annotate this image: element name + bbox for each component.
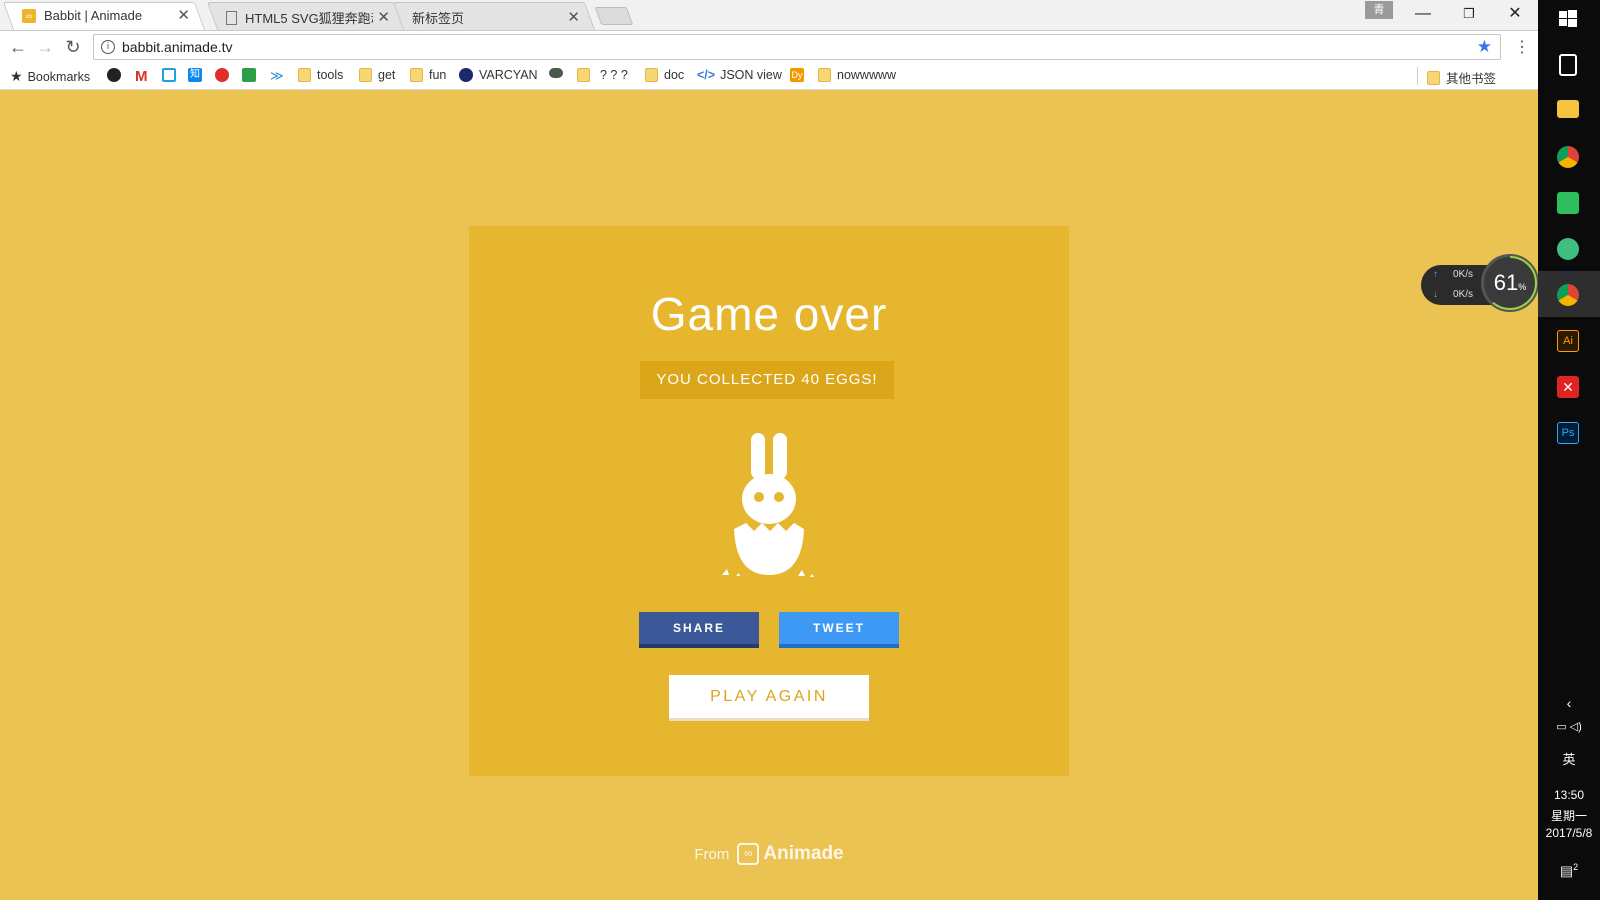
windows-taskbar: Ai ✕ Ps ‹ ▭ ◁) 英 13:50 星期一 2017/5/8 ▤2 bbox=[1538, 0, 1600, 900]
gmail-icon[interactable]: M bbox=[135, 68, 148, 85]
folder-icon bbox=[577, 68, 590, 82]
profile-button[interactable]: 青 bbox=[1365, 1, 1393, 19]
illustrator-icon[interactable]: Ai bbox=[1557, 330, 1579, 352]
clock-time[interactable]: 13:50 bbox=[1538, 788, 1600, 802]
chevron-left-icon[interactable]: ‹ bbox=[1538, 695, 1600, 711]
game-over-title: Game over bbox=[650, 288, 888, 340]
tab-bar: ∞ Babbit | Animade ✕ HTML5 SVG狐狸奔跑动 ✕ 新标… bbox=[0, 0, 1538, 31]
clock-date: 2017/5/8 bbox=[1545, 826, 1593, 840]
code-icon: </> bbox=[697, 68, 716, 82]
info-icon[interactable]: i bbox=[101, 40, 115, 54]
cpu-value: 61 bbox=[1493, 270, 1519, 295]
github-icon[interactable] bbox=[107, 68, 127, 82]
acfun-icon[interactable] bbox=[215, 68, 235, 82]
pocket-icon[interactable]: ≫ bbox=[270, 68, 284, 84]
menu-dots-icon[interactable]: ⋮ bbox=[1514, 37, 1530, 57]
tab-title: Babbit | Animade bbox=[44, 8, 143, 23]
animade-favicon-icon: ∞ bbox=[22, 8, 36, 23]
xmind-icon[interactable]: ✕ bbox=[1557, 376, 1579, 398]
cpu-unit: % bbox=[1518, 282, 1527, 292]
douyu-icon[interactable]: Dy bbox=[790, 68, 810, 82]
page-content: Game over YOU COLLECTED 40 EGGS! SHARE T… bbox=[0, 90, 1538, 900]
bookmark-folder-qqq[interactable]: ? ? ? bbox=[577, 68, 628, 82]
chrome-icon[interactable] bbox=[1557, 284, 1579, 306]
score-badge: YOU COLLECTED 40 EGGS! bbox=[640, 361, 894, 399]
folder-icon bbox=[1427, 70, 1440, 85]
upload-speed: 0K/s bbox=[1453, 269, 1474, 280]
bilibili-icon[interactable] bbox=[162, 68, 182, 82]
chrome-icon[interactable] bbox=[1557, 146, 1579, 168]
photoshop-icon[interactable]: Ps bbox=[1557, 422, 1579, 444]
download-arrow-icon: ↓ bbox=[1433, 289, 1438, 300]
back-arrow-icon[interactable]: ← bbox=[8, 37, 28, 57]
battery-volume-icon[interactable]: ▭ ◁) bbox=[1538, 720, 1600, 733]
footer-brand: Animade bbox=[763, 843, 844, 864]
separator bbox=[1417, 67, 1418, 85]
game-over-card: Game over YOU COLLECTED 40 EGGS! SHARE T… bbox=[469, 226, 1069, 776]
reload-icon[interactable]: ↻ bbox=[63, 37, 83, 57]
bookmark-folder-doc[interactable]: doc bbox=[645, 68, 684, 82]
animade-logo-icon: ∞ bbox=[737, 843, 760, 865]
footer-from: From bbox=[694, 845, 730, 863]
zhihu-icon[interactable]: 知 bbox=[188, 68, 208, 82]
calculator-icon[interactable] bbox=[1559, 54, 1577, 76]
ime-indicator[interactable]: 英 bbox=[1538, 749, 1600, 768]
bookmarks-button[interactable]: ★ Bookmarks bbox=[10, 68, 90, 85]
window-close-icon[interactable]: ✕ bbox=[1492, 0, 1538, 28]
minimize-icon[interactable]: — bbox=[1400, 0, 1446, 28]
folder-icon bbox=[818, 68, 831, 82]
share-button[interactable]: SHARE bbox=[639, 612, 759, 648]
bookmark-folder-tools[interactable]: tools bbox=[298, 68, 343, 82]
tweet-button[interactable]: TWEET bbox=[779, 612, 899, 648]
tab-title: 新标签页 bbox=[412, 11, 465, 26]
bookmark-folder-nowwwww[interactable]: nowwwww bbox=[818, 68, 896, 82]
tab-html5-svg[interactable]: HTML5 SVG狐狸奔跑动 ✕ bbox=[206, 2, 406, 30]
notification-icon[interactable]: ▤2 bbox=[1538, 862, 1600, 880]
star-icon: ★ bbox=[10, 68, 23, 84]
bookmarks-bar: ★ Bookmarks M 知 ≫ tools get fun VARCYAN … bbox=[0, 63, 1538, 90]
bookmark-varcyan[interactable]: VARCYAN bbox=[459, 68, 538, 82]
browser-toolbar: ← → ↻ i babbit.animade.tv ★ ⋮ bbox=[0, 31, 1538, 63]
download-speed: 0K/s bbox=[1453, 289, 1474, 300]
notification-count: 2 bbox=[1573, 862, 1579, 872]
evernote-icon[interactable] bbox=[1557, 192, 1579, 214]
url-text: babbit.animade.tv bbox=[122, 39, 233, 55]
bookmark-folder-fun[interactable]: fun bbox=[410, 68, 446, 82]
close-icon[interactable]: ✕ bbox=[567, 10, 580, 25]
windows-start-icon[interactable] bbox=[1557, 8, 1579, 30]
cpu-gauge[interactable]: 61% bbox=[1481, 254, 1539, 312]
restore-icon[interactable]: ❐ bbox=[1446, 0, 1492, 28]
footer-credit[interactable]: From ∞ Animade bbox=[0, 843, 1538, 865]
evernote-icon[interactable] bbox=[242, 68, 262, 82]
tab-new[interactable]: 新标签页 ✕ bbox=[392, 2, 596, 30]
tab-title: HTML5 SVG狐狸奔跑动 bbox=[245, 11, 374, 26]
bookmark-folder-get[interactable]: get bbox=[359, 68, 395, 82]
upload-arrow-icon: ↑ bbox=[1433, 269, 1438, 280]
clock-weekday: 星期一 bbox=[1550, 809, 1587, 823]
folder-icon bbox=[410, 68, 423, 82]
play-again-button[interactable]: PLAY AGAIN bbox=[669, 675, 869, 721]
bookmark-star-icon[interactable]: ★ bbox=[1477, 37, 1492, 57]
gamepad-icon[interactable] bbox=[549, 68, 569, 78]
bookmarks-label: Bookmarks bbox=[27, 69, 91, 84]
bunny-in-egg-icon bbox=[722, 433, 814, 577]
folder-icon bbox=[359, 68, 372, 82]
tab-babbit[interactable]: ∞ Babbit | Animade ✕ bbox=[2, 2, 206, 30]
varcyan-icon bbox=[459, 68, 473, 82]
close-icon[interactable]: ✕ bbox=[177, 8, 190, 23]
bookmark-json-view[interactable]: </> JSON view bbox=[697, 68, 782, 82]
address-bar[interactable]: i babbit.animade.tv ★ bbox=[93, 34, 1501, 60]
folder-icon bbox=[298, 68, 311, 82]
close-icon[interactable]: ✕ bbox=[377, 10, 390, 25]
bookmark-folder-other[interactable]: 其他书签 bbox=[1427, 68, 1496, 87]
folder-icon bbox=[645, 68, 658, 82]
network-app-icon[interactable] bbox=[1557, 238, 1579, 260]
page-icon bbox=[226, 10, 237, 25]
forward-arrow-icon[interactable]: → bbox=[35, 37, 55, 57]
new-tab-button[interactable] bbox=[594, 7, 634, 25]
file-explorer-icon[interactable] bbox=[1557, 100, 1579, 118]
